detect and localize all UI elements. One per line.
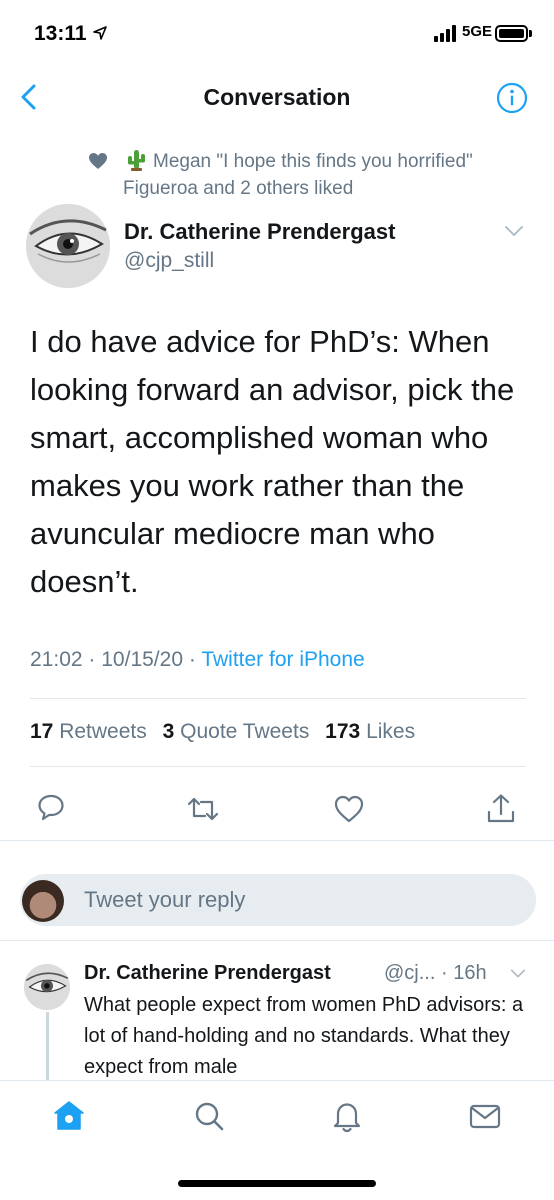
status-time: 13:11 [34,22,87,45]
likes-stat[interactable]: 173 Likes [325,720,415,743]
tweet-stats: 17 Retweets 3 Quote Tweets 173 Likes [30,720,415,744]
location-arrow-icon [93,26,107,40]
heart-filled-icon [89,153,107,169]
reply-author-name[interactable]: Dr. Catherine Prendergast [84,962,331,985]
search-icon[interactable] [192,1099,226,1133]
network-type: 5GE [462,23,493,40]
current-user-avatar [22,880,64,922]
chevron-down-icon[interactable] [510,968,526,979]
avatar[interactable] [26,204,110,288]
meta-separator: · [188,648,196,671]
bell-icon[interactable] [330,1099,364,1133]
cellular-signal-icon [434,24,458,42]
tweet-text: I do have advice for PhD’s: When looking… [30,324,515,599]
home-icon[interactable] [52,1099,86,1133]
tweet-actions [0,792,554,832]
divider [0,940,554,941]
tweet-client-link[interactable]: Twitter for iPhone [201,648,364,671]
home-indicator[interactable] [178,1180,376,1187]
reply-avatar[interactable] [24,964,70,1010]
author-handle[interactable]: @cjp_still [124,249,214,273]
meta-separator: · [88,648,96,671]
eye-photo-icon [24,964,70,1010]
reply-tweet[interactable]: Dr. Catherine Prendergast @cj... · 16h W… [0,950,554,1080]
divider [30,766,526,767]
thread-line [46,1012,49,1080]
reply-icon[interactable] [34,792,68,826]
divider [30,698,526,699]
tweet-meta: 21:02 · 10/15/20 · Twitter for iPhone [30,648,365,672]
quote-tweets-stat[interactable]: 3 Quote Tweets [163,720,310,743]
reply-text: What people expect from women PhD adviso… [84,994,524,1078]
heart-icon[interactable] [332,792,366,826]
social-context-text[interactable]: Megan "I hope this finds you horrified" … [123,148,533,202]
reply-input[interactable]: Tweet your reply [20,874,536,926]
nav-header: Conversation [0,64,554,130]
tweet-time: 21:02 [30,648,83,671]
status-bar: 13:11 5GE [0,0,554,64]
info-icon[interactable] [496,82,528,114]
divider [0,840,554,841]
reply-author-handle: @cj... · 16h [384,962,487,984]
reply-placeholder: Tweet your reply [84,887,246,912]
mail-icon[interactable] [468,1099,502,1133]
chevron-down-icon[interactable] [504,224,524,238]
share-icon[interactable] [484,792,518,826]
author-name[interactable]: Dr. Catherine Prendergast [124,219,395,245]
tweet-date: 10/15/20 [101,648,183,671]
retweets-stat[interactable]: 17 Retweets [30,720,147,743]
battery-cap [529,30,532,37]
social-context: Megan "I hope this finds you horrified" … [88,146,528,200]
tweet-author: Dr. Catherine Prendergast @cjp_still [26,204,536,294]
eye-photo-icon [26,204,110,288]
battery-icon [495,25,528,42]
retweet-icon[interactable] [186,792,220,826]
page-title: Conversation [203,84,351,110]
